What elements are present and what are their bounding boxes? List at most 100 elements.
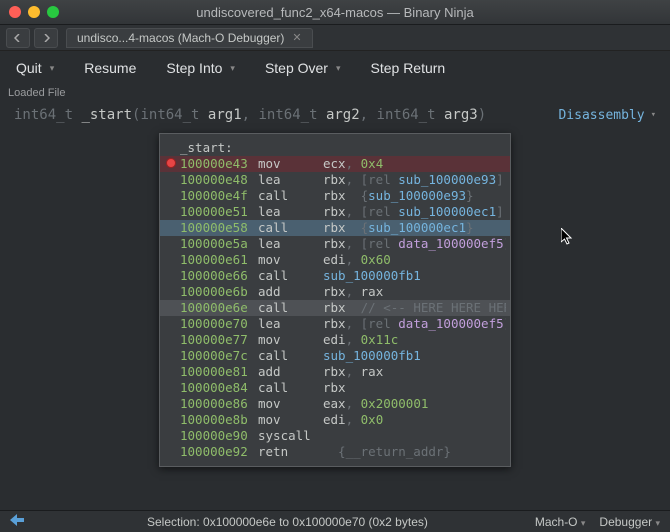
asm-row[interactable]: 100000e92retn {__return_addr}: [160, 444, 510, 460]
operands: edi, 0x60: [323, 252, 506, 268]
address: 100000e5a: [180, 236, 258, 252]
param-name: arg2: [326, 107, 360, 123]
asm-row[interactable]: 100000e5alearbx, [rel data_100000ef5]: [160, 236, 510, 252]
mnemonic: mov: [258, 332, 323, 348]
param-type: int64_t: [259, 107, 318, 123]
asm-row[interactable]: 100000e84callrbx: [160, 380, 510, 396]
chevron-right-icon: [42, 34, 50, 42]
operands: edi, 0x0: [323, 412, 506, 428]
mnemonic: mov: [258, 156, 323, 172]
address: 100000e51: [180, 204, 258, 220]
address: 100000e81: [180, 364, 258, 380]
breakpoint-gutter[interactable]: [166, 156, 180, 172]
mnemonic: syscall: [258, 428, 323, 444]
address: 100000e6b: [180, 284, 258, 300]
loaded-file-label: Loaded File: [0, 85, 670, 103]
mnemonic: call: [258, 220, 323, 236]
asm-row[interactable]: 100000e86moveax, 0x2000001: [160, 396, 510, 412]
operands: rbx {sub_100000e93}: [323, 188, 506, 204]
step-into-button[interactable]: Step Into ▾: [166, 60, 235, 76]
quit-label: Quit: [16, 60, 42, 76]
nav-forward-button[interactable]: [34, 28, 58, 48]
address: 100000e48: [180, 172, 258, 188]
tab-close-icon[interactable]: ✕: [292, 31, 301, 44]
view-selector[interactable]: Disassembly ▾: [558, 108, 656, 123]
navbar: undisco...4-macos (Mach-O Debugger) ✕: [0, 25, 670, 51]
step-over-button[interactable]: Step Over ▾: [265, 60, 341, 76]
back-arrow-icon[interactable]: [10, 514, 40, 529]
operands: sub_100000fb1: [323, 348, 506, 364]
asm-row[interactable]: 100000e43movecx, 0x4: [160, 156, 510, 172]
debugger-toolbar: Quit ▾ Resume Step Into ▾ Step Over ▾ St…: [0, 51, 670, 85]
mnemonic: lea: [258, 316, 323, 332]
address: 100000e90: [180, 428, 258, 444]
statusbar: Selection: 0x100000e6e to 0x100000e70 (0…: [0, 510, 670, 532]
asm-row[interactable]: 100000e48learbx, [rel sub_100000e93]: [160, 172, 510, 188]
return-type: int64_t: [14, 107, 73, 123]
asm-row[interactable]: 100000e58callrbx {sub_100000ec1}: [160, 220, 510, 236]
asm-row[interactable]: 100000e70learbx, [rel data_100000ef5]: [160, 316, 510, 332]
param-name: arg1: [208, 107, 242, 123]
operands: rbx, [rel data_100000ef5]: [323, 236, 506, 252]
asm-row[interactable]: 100000e6baddrbx, rax: [160, 284, 510, 300]
address: 100000e70: [180, 316, 258, 332]
mnemonic: call: [258, 300, 323, 316]
quit-button[interactable]: Quit ▾: [16, 60, 54, 76]
asm-row[interactable]: 100000e6ecallrbx // <-- HERE HERE HERE: [160, 300, 510, 316]
operands: rbx, rax: [323, 364, 506, 380]
traffic-lights: [0, 6, 59, 18]
close-window-button[interactable]: [9, 6, 21, 18]
mnemonic: call: [258, 188, 323, 204]
asm-label-row[interactable]: _start:: [160, 140, 510, 156]
address: 100000e77: [180, 332, 258, 348]
asm-row[interactable]: 100000e90syscall: [160, 428, 510, 444]
file-tab[interactable]: undisco...4-macos (Mach-O Debugger) ✕: [66, 28, 313, 48]
asm-row[interactable]: 100000e81addrbx, rax: [160, 364, 510, 380]
disassembly-area: _start:100000e43movecx, 0x4100000e48lear…: [0, 131, 670, 467]
mnemonic: mov: [258, 412, 323, 428]
mnemonic: mov: [258, 252, 323, 268]
resume-button[interactable]: Resume: [84, 60, 136, 76]
function-signature[interactable]: int64_t _start(int64_t arg1, int64_t arg…: [14, 107, 558, 123]
debugger-selector[interactable]: Debugger ▾: [599, 515, 660, 529]
asm-row[interactable]: 100000e66callsub_100000fb1: [160, 268, 510, 284]
asm-row[interactable]: 100000e61movedi, 0x60: [160, 252, 510, 268]
address: 100000e7c: [180, 348, 258, 364]
zoom-window-button[interactable]: [47, 6, 59, 18]
filetype-selector[interactable]: Mach-O ▾: [535, 515, 586, 529]
operands: rbx, [rel data_100000ef5]: [323, 316, 506, 332]
address: 100000e84: [180, 380, 258, 396]
chevron-left-icon: [14, 34, 22, 42]
mnemonic: lea: [258, 236, 323, 252]
address: 100000e43: [180, 156, 258, 172]
address: 100000e6e: [180, 300, 258, 316]
chevron-down-icon: ▾: [655, 518, 660, 528]
address: 100000e92: [180, 444, 258, 460]
mnemonic: call: [258, 268, 323, 284]
address: 100000e4f: [180, 188, 258, 204]
address: 100000e66: [180, 268, 258, 284]
chevron-down-icon: ▾: [230, 63, 235, 74]
asm-row[interactable]: 100000e51learbx, [rel sub_100000ec1]: [160, 204, 510, 220]
asm-row[interactable]: 100000e8bmovedi, 0x0: [160, 412, 510, 428]
operands: rbx, rax: [323, 284, 506, 300]
breakpoint-icon[interactable]: [166, 158, 176, 168]
operands: rbx, [rel sub_100000e93]: [323, 172, 506, 188]
asm-row[interactable]: 100000e4fcallrbx {sub_100000e93}: [160, 188, 510, 204]
asm-row[interactable]: 100000e77movedi, 0x11c: [160, 332, 510, 348]
step-over-label: Step Over: [265, 60, 328, 76]
nav-back-button[interactable]: [6, 28, 30, 48]
asm-row[interactable]: 100000e7ccallsub_100000fb1: [160, 348, 510, 364]
function-signature-bar: int64_t _start(int64_t arg1, int64_t arg…: [0, 103, 670, 131]
mnemonic: add: [258, 284, 323, 300]
tab-label: undisco...4-macos (Mach-O Debugger): [77, 31, 284, 45]
selection-status: Selection: 0x100000e6e to 0x100000e70 (0…: [40, 515, 535, 529]
disassembly-panel[interactable]: _start:100000e43movecx, 0x4100000e48lear…: [159, 133, 511, 467]
resume-label: Resume: [84, 60, 136, 76]
window-title: undiscovered_func2_x64-macos — Binary Ni…: [0, 5, 670, 20]
address: 100000e86: [180, 396, 258, 412]
operands: {__return_addr}: [323, 444, 506, 460]
step-return-button[interactable]: Step Return: [371, 60, 446, 76]
minimize-window-button[interactable]: [28, 6, 40, 18]
operands: rbx // <-- HERE HERE HERE: [323, 300, 506, 316]
